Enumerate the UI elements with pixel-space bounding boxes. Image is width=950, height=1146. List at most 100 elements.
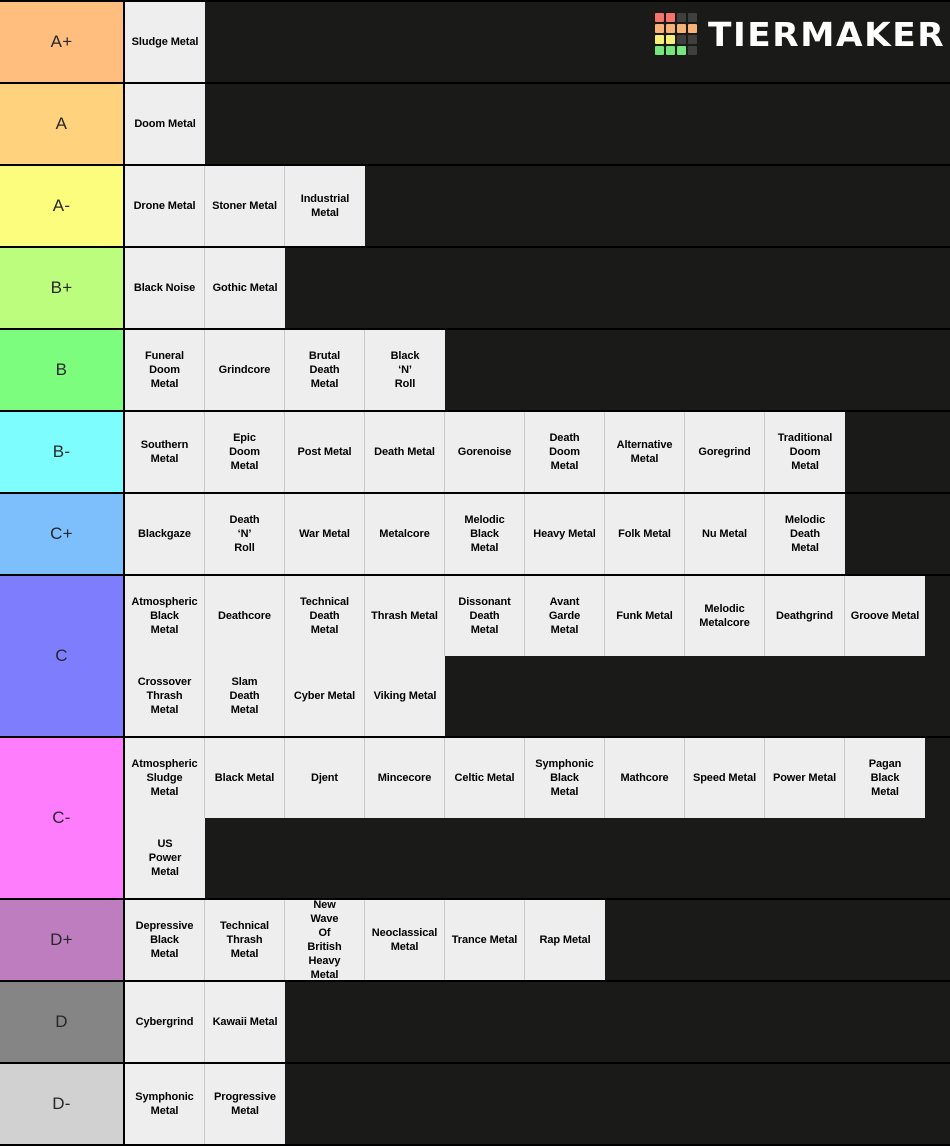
tier-item[interactable]: Crossover Thrash Metal [125,656,205,736]
tier-item[interactable]: Viking Metal [365,656,445,736]
tier-items-row[interactable]: Blackgaze Death ‘N’ Roll War Metal Metalcore M… [125,494,950,574]
tier-item[interactable]: Melodic Black Metal [445,494,525,574]
tier-item[interactable]: Atmospheric Black Metal [125,576,205,656]
tier-item[interactable]: Industrial Metal [285,166,365,246]
tier-row-empty-space[interactable] [285,1064,950,1144]
tier-row-empty-space[interactable] [925,738,950,818]
tier-item[interactable]: New Wave Of British Heavy Metal [285,900,365,980]
tier-item[interactable]: Cyber Metal [285,656,365,736]
tier-label-cminus[interactable]: C- [0,738,125,898]
tier-item[interactable]: Melodic Metalcore [685,576,765,656]
tier-label-dminus[interactable]: D- [0,1064,125,1144]
tier-item[interactable]: Slam Death Metal [205,656,285,736]
tier-items-row[interactable]: Black Noise Gothic Metal [125,248,950,328]
tier-item[interactable]: Death Doom Metal [525,412,605,492]
tier-item[interactable]: Epic Doom Metal [205,412,285,492]
tier-item[interactable]: Technical Thrash Metal [205,900,285,980]
tier-item[interactable]: Metalcore [365,494,445,574]
tier-item[interactable]: Power Metal [765,738,845,818]
tier-item[interactable]: Black ‘N’ Roll [365,330,445,410]
tier-label-bminus[interactable]: B- [0,412,125,492]
tier-item[interactable]: Heavy Metal [525,494,605,574]
tier-label-c[interactable]: C [0,576,125,736]
tier-item[interactable]: Progressive Metal [205,1064,285,1144]
tier-row-empty-space[interactable] [845,494,950,574]
tier-item[interactable]: Doom Metal [125,84,205,164]
tier-label-aminus[interactable]: A- [0,166,125,246]
tier-item[interactable]: Symphonic Metal [125,1064,205,1144]
tier-label-d[interactable]: D [0,982,125,1062]
tier-item[interactable]: Celtic Metal [445,738,525,818]
tier-item[interactable]: Symphonic Black Metal [525,738,605,818]
tier-item[interactable]: Nu Metal [685,494,765,574]
tier-items-row[interactable]: Atmospheric Sludge Metal Black Metal Djent Mi… [125,738,950,898]
tier-label-b[interactable]: B [0,330,125,410]
tier-item[interactable]: Melodic Death Metal [765,494,845,574]
tier-row-empty-space[interactable] [445,656,950,736]
tier-item[interactable]: Post Metal [285,412,365,492]
tier-item[interactable]: Gorenoise [445,412,525,492]
tier-label-bplus[interactable]: B+ [0,248,125,328]
tier-item[interactable]: Blackgaze [125,494,205,574]
tier-item[interactable]: Groove Metal [845,576,925,656]
tier-row-empty-space[interactable] [205,2,950,82]
tier-items-row[interactable]: Southern Metal Epic Doom Metal Post Metal Deat… [125,412,950,492]
tier-item[interactable]: Dissonant Death Metal [445,576,525,656]
tier-item[interactable]: Black Metal [205,738,285,818]
tier-item[interactable]: Deathcore [205,576,285,656]
tier-items-row[interactable]: Sludge Metal [125,2,950,82]
tier-label-a[interactable]: A [0,84,125,164]
tier-item[interactable]: Mathcore [605,738,685,818]
tier-item[interactable]: Gothic Metal [205,248,285,328]
tier-item[interactable]: Trance Metal [445,900,525,980]
tier-label-cplus[interactable]: C+ [0,494,125,574]
tier-item[interactable]: Alternative Metal [605,412,685,492]
tier-item[interactable]: Goregrind [685,412,765,492]
tier-item[interactable]: Deathgrind [765,576,845,656]
tier-row-empty-space[interactable] [845,412,950,492]
tier-item[interactable]: Drone Metal [125,166,205,246]
tier-row-empty-space[interactable] [365,166,950,246]
tier-item[interactable]: Cybergrind [125,982,205,1062]
tier-item[interactable]: Death Metal [365,412,445,492]
tier-item[interactable]: Djent [285,738,365,818]
tier-items-row[interactable]: Symphonic Metal Progressive Metal [125,1064,950,1144]
tier-items-row[interactable]: Funeral Doom Metal Grindcore Brutal Death Meta… [125,330,950,410]
tier-item[interactable]: Sludge Metal [125,2,205,82]
tier-item[interactable]: Pagan Black Metal [845,738,925,818]
tier-item[interactable]: Black Noise [125,248,205,328]
tier-row-empty-space[interactable] [205,84,950,164]
tier-item[interactable]: Stoner Metal [205,166,285,246]
tier-item[interactable]: Traditional Doom Metal [765,412,845,492]
tier-item[interactable]: Neoclassical Metal [365,900,445,980]
tier-item[interactable]: US Power Metal [125,818,205,898]
tier-label-dplus[interactable]: D+ [0,900,125,980]
tier-item[interactable]: Death ‘N’ Roll [205,494,285,574]
tier-item[interactable]: Atmospheric Sludge Metal [125,738,205,818]
tier-items-row[interactable]: Depressive Black Metal Technical Thrash Metal… [125,900,950,980]
tier-item[interactable]: Avant Garde Metal [525,576,605,656]
tier-item[interactable]: Grindcore [205,330,285,410]
tier-row-empty-space[interactable] [445,330,950,410]
tier-item[interactable]: Technical Death Metal [285,576,365,656]
tier-item[interactable]: Thrash Metal [365,576,445,656]
tier-item[interactable]: Funeral Doom Metal [125,330,205,410]
tier-row-empty-space[interactable] [605,900,950,980]
tier-item[interactable]: Brutal Death Metal [285,330,365,410]
tier-items-row[interactable]: Atmospheric Black Metal Deathcore Technical D… [125,576,950,736]
tier-items-row[interactable]: Drone Metal Stoner Metal Industrial Metal [125,166,950,246]
tier-item[interactable]: Depressive Black Metal [125,900,205,980]
tier-item[interactable]: Kawaii Metal [205,982,285,1062]
tier-item[interactable]: Funk Metal [605,576,685,656]
tier-items-row[interactable]: Cybergrind Kawaii Metal [125,982,950,1062]
tier-item[interactable]: Rap Metal [525,900,605,980]
tier-item[interactable]: Southern Metal [125,412,205,492]
tier-item[interactable]: Folk Metal [605,494,685,574]
tier-row-empty-space[interactable] [925,576,950,656]
tier-row-empty-space[interactable] [285,982,950,1062]
tier-row-empty-space[interactable] [205,818,950,898]
tier-items-row[interactable]: Doom Metal [125,84,950,164]
tier-item[interactable]: War Metal [285,494,365,574]
tier-item[interactable]: Speed Metal [685,738,765,818]
tier-label-aplus[interactable]: A+ [0,2,125,82]
